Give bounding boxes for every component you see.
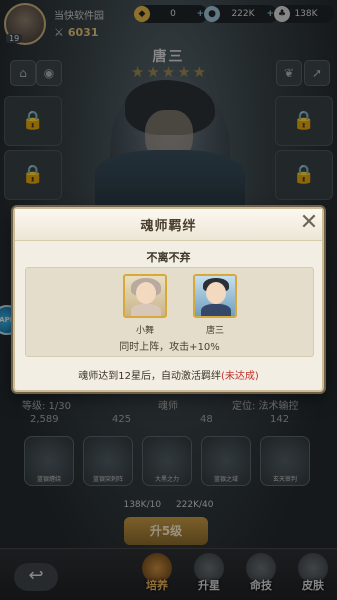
condition-text: 魂师达到12星后，自动激活羁绊 [78, 371, 221, 382]
portrait-head [136, 282, 156, 304]
portrait-head [206, 282, 226, 304]
status-badge: (未达成) [220, 371, 259, 382]
character-name: 小舞 [135, 326, 154, 336]
character-name: 唐三 [205, 326, 224, 336]
bond-condition: 魂师达到12星后，自动激活羁绊(未达成) [15, 367, 322, 382]
dialog-title: 魂师羁绊 [140, 219, 197, 234]
xiaowu-portrait[interactable] [123, 274, 167, 318]
bond-name: 不离不弃 [146, 251, 191, 264]
dialog-header: 魂师羁绊 ✕ [15, 209, 322, 241]
tangsan-portrait[interactable] [193, 274, 237, 318]
bond-effect: 同时上阵，攻击+10% [119, 342, 220, 353]
close-icon[interactable]: ✕ [298, 212, 320, 235]
bond-panel: 小舞 唐三 同时上阵，攻击+10% [25, 267, 314, 357]
portrait-torso [131, 304, 161, 316]
bond-dialog: 魂师羁绊 ✕ 不离不弃 小舞 唐三 同时上阵，攻击+10% 魂师达到12星后，自… [13, 207, 324, 392]
portrait-torso [201, 304, 231, 316]
